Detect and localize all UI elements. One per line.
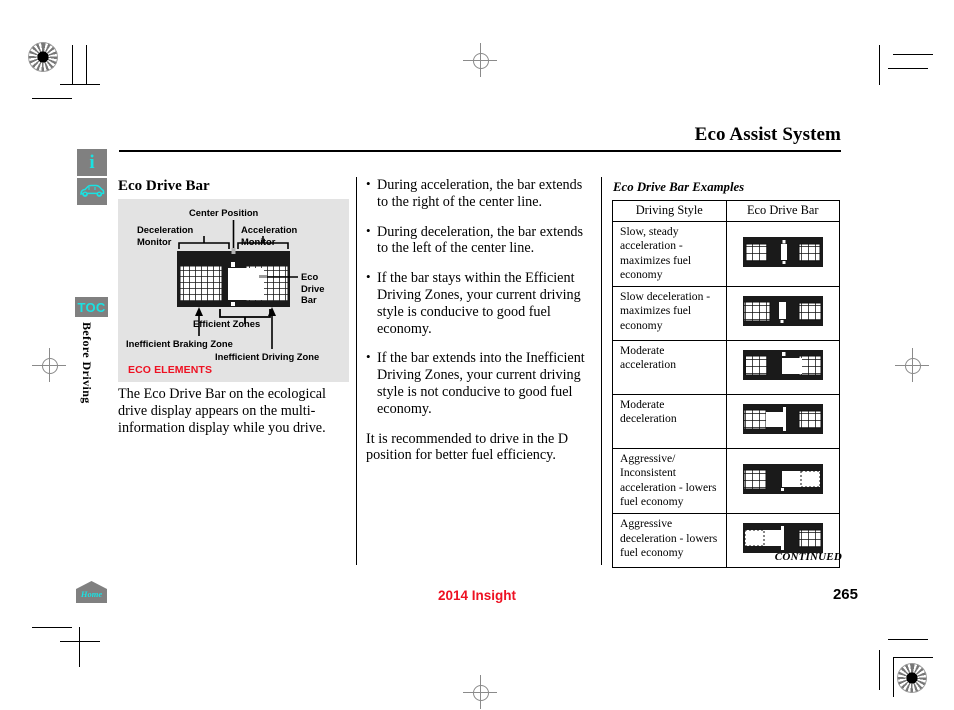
registration-crosshair-top xyxy=(463,43,497,77)
table-row: Moderate deceleration xyxy=(612,394,840,450)
crop-mark-top-right-h xyxy=(888,68,928,69)
eco-drive-bar-examples-table: Driving Style Eco Drive Bar Slow, steady… xyxy=(612,200,840,569)
registration-target-top-left xyxy=(28,42,58,72)
cell-eco-drive-bar xyxy=(725,448,840,515)
eco-bar-moderate-acceleration xyxy=(742,350,823,381)
footer-model-name: 2014 Insight xyxy=(437,588,517,603)
figure-caption-eco-elements: ECO ELEMENTS xyxy=(128,364,213,376)
eco-drive-bar-artwork xyxy=(177,220,298,349)
section-tab-before-driving: Before Driving xyxy=(80,322,94,404)
middle-column: During acceleration, the bar extends to … xyxy=(366,176,594,464)
crop-mark-bottom-left-h2 xyxy=(60,641,100,642)
crop-mark-top-right-v xyxy=(879,45,880,85)
cell-driving-style: Slow, steady acceleration - maximizes fu… xyxy=(612,220,727,288)
column-divider-1 xyxy=(356,177,357,565)
table-row: Moderate acceleration xyxy=(612,340,840,396)
eco-bar-slow-deceleration xyxy=(742,296,823,327)
crop-mark-top-right-h2 xyxy=(893,54,933,55)
crop-mark-bottom-right-v2 xyxy=(879,650,880,690)
cell-driving-style: Aggressive/ Inconsistent acceleration - … xyxy=(612,448,727,515)
table-row: Slow deceleration - maximizes fuel econo… xyxy=(612,286,840,342)
cell-eco-drive-bar xyxy=(725,394,840,450)
crop-mark-top-left-h1 xyxy=(60,84,100,85)
left-column-body-text: The Eco Drive Bar on the ecological driv… xyxy=(118,386,326,436)
table-row: Aggressive/ Inconsistent acceleration - … xyxy=(612,448,840,515)
toc-label: TOC xyxy=(77,299,106,315)
eco-bar-aggressive-acceleration xyxy=(742,463,823,494)
cell-driving-style: Aggressive deceleration - lowers fuel ec… xyxy=(612,513,727,569)
column-header-driving-style: Driving Style xyxy=(612,200,727,222)
car-side-icon[interactable] xyxy=(77,178,107,205)
list-item: If the bar stays within the Efficient Dr… xyxy=(366,269,594,337)
crop-mark-bottom-right-v1 xyxy=(893,657,894,697)
information-icon[interactable]: i xyxy=(77,149,107,176)
registration-crosshair-bottom xyxy=(463,675,497,709)
column-divider-2 xyxy=(601,177,602,565)
cell-driving-style: Moderate acceleration xyxy=(612,340,727,396)
cell-eco-drive-bar xyxy=(725,340,840,396)
bullet-list: During acceleration, the bar extends to … xyxy=(366,176,594,418)
crop-mark-bottom-right-h2 xyxy=(888,639,928,640)
cell-eco-drive-bar xyxy=(725,286,840,342)
registration-target-bottom-right xyxy=(897,663,927,693)
eco-elements-figure: Center Position Deceleration Monitor Acc… xyxy=(118,199,349,382)
closing-paragraph: It is recommended to drive in the D posi… xyxy=(366,430,569,464)
table-row: Slow, steady acceleration - maximizes fu… xyxy=(612,220,840,288)
eco-bar-moderate-deceleration xyxy=(742,404,823,435)
continued-label: CONTINUED xyxy=(774,551,842,563)
section-heading-eco-drive-bar: Eco Drive Bar xyxy=(118,178,210,194)
list-item: If the bar extends into the Inefficient … xyxy=(366,349,594,417)
footer-page-number: 265 xyxy=(832,586,858,603)
cell-driving-style: Moderate deceleration xyxy=(612,394,727,450)
crop-mark-bottom-left-v xyxy=(79,627,80,667)
cell-eco-drive-bar xyxy=(725,220,840,288)
crop-mark-top-left-v1 xyxy=(72,45,73,85)
cell-driving-style: Slow deceleration - maximizes fuel econo… xyxy=(612,286,727,342)
page-title: Eco Assist System xyxy=(694,124,841,145)
list-item: During acceleration, the bar extends to … xyxy=(366,176,594,211)
information-icon-glyph: i xyxy=(89,152,95,173)
crop-mark-top-left-h2 xyxy=(32,98,72,99)
examples-title: Eco Drive Bar Examples xyxy=(613,180,745,194)
header-divider xyxy=(119,150,841,152)
toc-button[interactable]: TOC xyxy=(75,297,108,317)
crop-mark-bottom-left-h xyxy=(32,627,72,628)
eco-bar-slow-steady-acceleration xyxy=(742,236,823,267)
table-header-row: Driving Style Eco Drive Bar xyxy=(612,200,840,222)
column-header-eco-drive-bar: Eco Drive Bar xyxy=(725,200,840,222)
crop-mark-top-left-v2 xyxy=(86,45,87,85)
list-item: During deceleration, the bar extends to … xyxy=(366,223,594,258)
registration-crosshair-right xyxy=(895,348,929,382)
crop-mark-bottom-right-h1 xyxy=(893,657,933,658)
registration-crosshair-left xyxy=(32,348,66,382)
